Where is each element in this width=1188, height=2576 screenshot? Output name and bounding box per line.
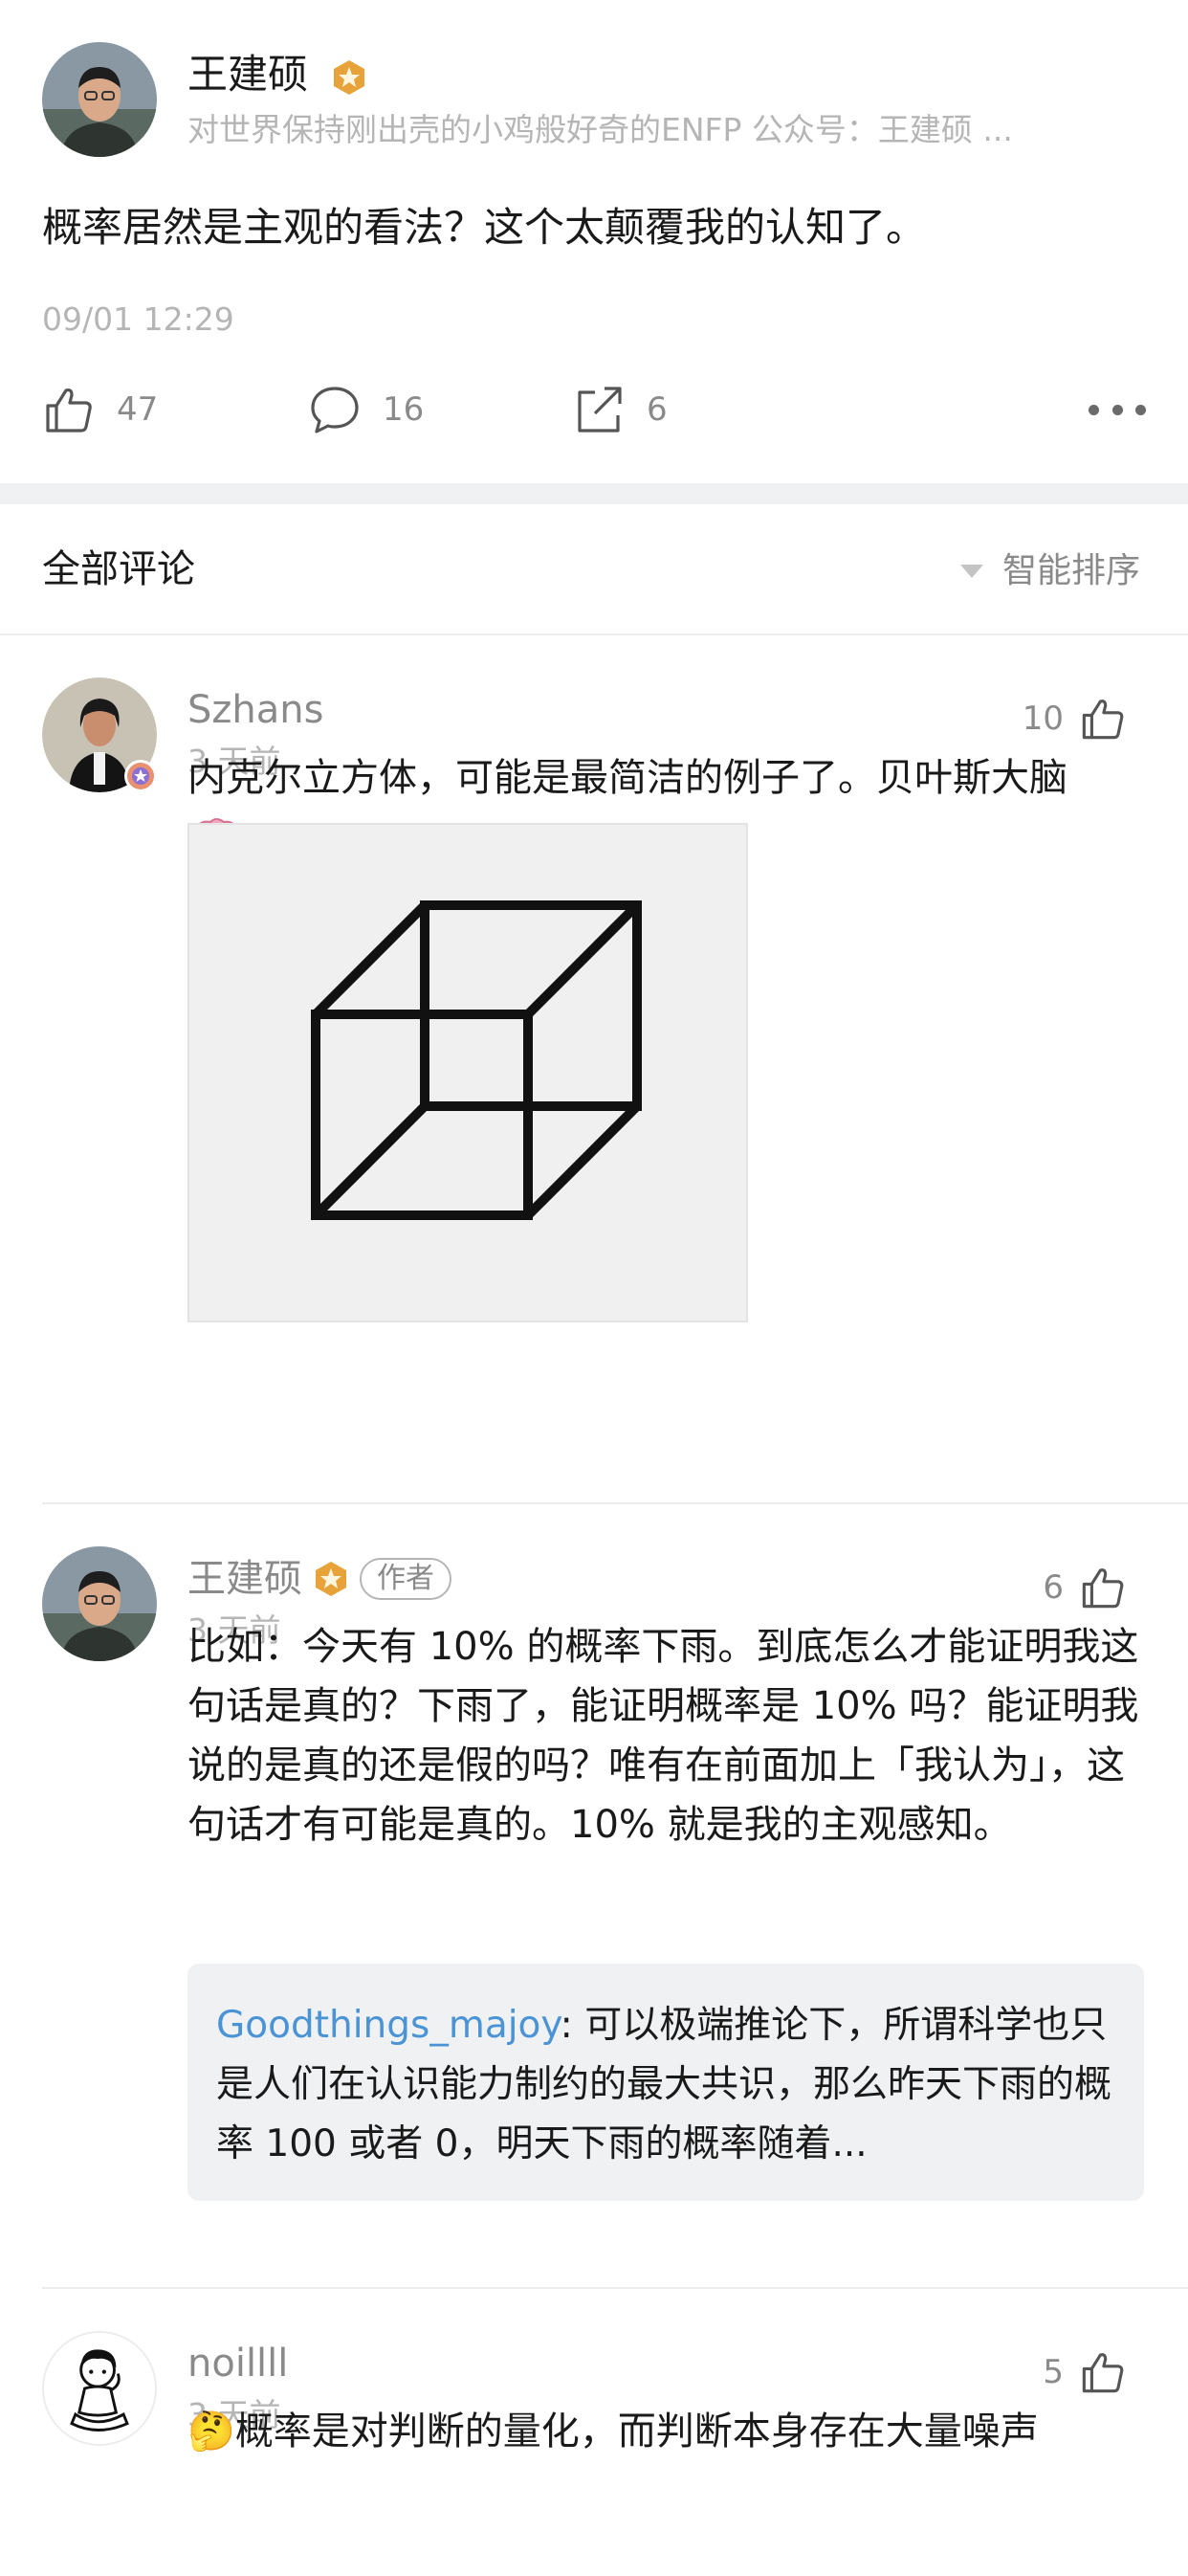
comment-like-button[interactable]: 5: [1043, 2348, 1127, 2396]
sort-label: 智能排序: [1001, 551, 1140, 590]
commenter-name-text: Szhans: [187, 688, 324, 732]
comment-item: noillll 3 天前 5 🤔概率是对判断的量化，而判断本身存在大量噪声: [0, 2289, 1188, 2576]
comment-text: 🤔概率是对判断的量化，而判断本身存在大量噪声: [187, 2402, 1144, 2461]
commenter-name[interactable]: noillll: [187, 2339, 288, 2388]
thumbs-up-icon: [46, 388, 92, 433]
post-author-bio: 对世界保持刚出壳的小鸡般好奇的ENFP 公众号：王建硕 ...: [187, 111, 1013, 148]
commenter-name[interactable]: Szhans: [187, 685, 323, 735]
share-icon: [578, 387, 622, 433]
reply-username-link[interactable]: Goodthings_majoy: [216, 2004, 561, 2047]
section-divider: [0, 483, 1188, 504]
comments-header: 全部评论 智能排序: [0, 504, 1188, 635]
post-author-name-text: 王建硕: [187, 51, 309, 98]
more-dot: [1089, 404, 1099, 415]
comment-text-body: 内克尔立方体，可能是最简洁的例子了。贝叶斯大脑: [187, 756, 1067, 800]
quoted-reply[interactable]: Goodthings_majoy: 可以极端推论下，所谓科学也只是人们在认识能力…: [187, 1964, 1144, 2201]
thumbs-up-icon: [1082, 1568, 1124, 1609]
comments-title: 全部评论: [42, 547, 195, 591]
comment-like-button[interactable]: 6: [1043, 1564, 1127, 1611]
triangle-down-icon: [959, 565, 983, 578]
more-dot: [1111, 404, 1123, 415]
speech-bubble-icon: [311, 387, 359, 433]
necker-cube-image[interactable]: [187, 823, 748, 1322]
thumbs-up-icon: [1082, 700, 1124, 740]
comment-text-body: 概率是对判断的量化，而判断本身存在大量噪声: [234, 2409, 1039, 2454]
post-share-count: 6: [647, 390, 668, 429]
comment-like-count: 6: [1043, 1568, 1064, 1607]
commenter-avatar[interactable]: [42, 1546, 157, 1661]
comment-like-count: 5: [1043, 2353, 1064, 2391]
gold-star-badge-icon: [316, 1562, 346, 1596]
necker-cube-drawing: [311, 900, 642, 1220]
comment-like-button[interactable]: 10: [1023, 695, 1127, 743]
commenter-name-text: noillll: [187, 2342, 289, 2386]
post-text: 概率居然是主观的看法？这个太颠覆我的认知了。: [42, 204, 927, 251]
comment-like-count: 10: [1022, 700, 1064, 738]
gold-star-badge-icon: [334, 59, 365, 95]
post-like-button[interactable]: 47: [42, 381, 158, 438]
sort-dropdown[interactable]: 智能排序: [959, 548, 1140, 594]
commenter-avatar[interactable]: [42, 2331, 157, 2446]
post-share-button[interactable]: 6: [572, 381, 668, 438]
comment-text: 比如：今天有 10% 的概率下雨。到底怎么才能证明我这句话是真的？下雨了，能证明…: [187, 1625, 1139, 1847]
post-like-count: 47: [117, 390, 159, 429]
post-comment-button[interactable]: 16: [308, 381, 424, 438]
post-author-name[interactable]: 王建硕: [187, 50, 368, 100]
post-card: 王建硕 对世界保持刚出壳的小鸡般好奇的ENFP 公众号：王建硕 ... 概率居然…: [0, 0, 1188, 483]
more-dots-icon[interactable]: [1089, 383, 1146, 436]
more-dot: [1135, 404, 1146, 415]
post-comment-count: 16: [383, 390, 425, 429]
commenter-name[interactable]: 王建硕 作者: [187, 1554, 451, 1604]
thumbs-up-icon: [1082, 2353, 1124, 2393]
post-timestamp: 09/01 12:29: [42, 300, 234, 338]
verified-badge-icon: [124, 760, 157, 792]
post-author-avatar[interactable]: [42, 42, 157, 157]
commenter-name-text: 王建硕: [187, 1557, 302, 1601]
author-tag: 作者: [360, 1558, 451, 1600]
thinking-face-emoji: 🤔: [187, 2409, 235, 2454]
comment-item: 王建硕 作者 3 天前 6 比如：今天有 10% 的概率下雨。到底怎么才能证明我…: [0, 1504, 1188, 2289]
commenter-avatar[interactable]: [42, 677, 157, 792]
comment-item: Szhans 3 天前 10 内克尔立方体，可能是最简洁的例子了。贝叶斯大脑: [0, 635, 1188, 1504]
